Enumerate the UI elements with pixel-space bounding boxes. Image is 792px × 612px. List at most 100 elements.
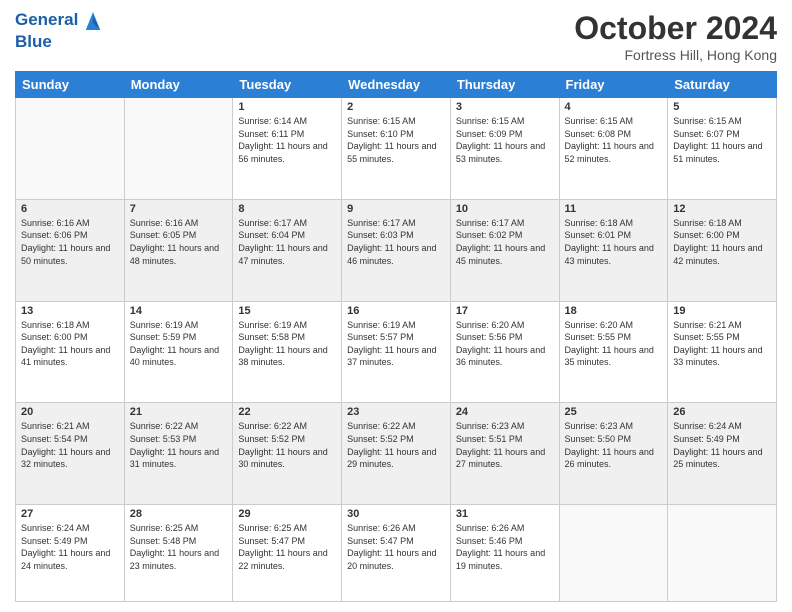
table-row: 31Sunrise: 6:26 AM Sunset: 5:46 PM Dayli… [450,505,559,602]
day-number: 30 [347,508,445,520]
day-number: 17 [456,305,554,317]
table-row: 8 Sunrise: 6:17 AM Sunset: 6:04 PM Daylig… [233,199,342,301]
calendar-week-row: 27Sunrise: 6:24 AM Sunset: 5:49 PM Dayli… [16,505,777,602]
table-row: 10 Sunrise: 6:17 AM Sunset: 6:02 PM Dayli… [450,199,559,301]
day-number: 3 [456,101,554,113]
day-info: Sunrise: 6:19 AM Sunset: 5:59 PM Dayligh… [130,319,228,369]
day-info: Sunrise: 6:17 AM Sunset: 6:03 PM Dayligh… [347,217,445,267]
day-info: Sunrise: 6:25 AM Sunset: 5:47 PM Dayligh… [238,522,336,572]
day-info: Sunrise: 6:15 AM Sunset: 6:10 PM Dayligh… [347,115,445,165]
table-row: 12 Sunrise: 6:18 AM Sunset: 6:00 PM Dayli… [668,199,777,301]
day-info: Sunrise: 6:19 AM Sunset: 5:57 PM Dayligh… [347,319,445,369]
logo-text: General [15,10,103,32]
table-row: 24 Sunrise: 6:23 AM Sunset: 5:51 PM Dayli… [450,403,559,505]
day-number: 24 [456,406,554,418]
table-row: 19Sunrise: 6:21 AM Sunset: 5:55 PM Dayli… [668,301,777,403]
table-row: 28 Sunrise: 6:25 AM Sunset: 5:48 PM Dayli… [124,505,233,602]
day-info: Sunrise: 6:22 AM Sunset: 5:52 PM Dayligh… [238,420,336,470]
table-row: 21 Sunrise: 6:22 AM Sunset: 5:53 PM Dayli… [124,403,233,505]
day-number: 23 [347,406,445,418]
day-number: 8 [238,203,336,215]
day-info: Sunrise: 6:24 AM Sunset: 5:49 PM Dayligh… [673,420,771,470]
day-info: Sunrise: 6:20 AM Sunset: 5:56 PM Dayligh… [456,319,554,369]
table-row: 11 Sunrise: 6:18 AM Sunset: 6:01 PM Dayli… [559,199,668,301]
title-section: October 2024 Fortress Hill, Hong Kong [574,10,777,63]
day-number: 15 [238,305,336,317]
col-tuesday: Tuesday [233,72,342,98]
location-subtitle: Fortress Hill, Hong Kong [574,47,777,63]
table-row: 30Sunrise: 6:26 AM Sunset: 5:47 PM Dayli… [342,505,451,602]
table-row: 26Sunrise: 6:24 AM Sunset: 5:49 PM Dayli… [668,403,777,505]
day-number: 18 [565,305,663,317]
table-row [16,98,125,200]
table-row: 20Sunrise: 6:21 AM Sunset: 5:54 PM Dayli… [16,403,125,505]
table-row: 3 Sunrise: 6:15 AM Sunset: 6:09 PM Daylig… [450,98,559,200]
calendar-week-row: 1 Sunrise: 6:14 AM Sunset: 6:11 PM Daylig… [16,98,777,200]
day-info: Sunrise: 6:15 AM Sunset: 6:08 PM Dayligh… [565,115,663,165]
day-info: Sunrise: 6:19 AM Sunset: 5:58 PM Dayligh… [238,319,336,369]
calendar-week-row: 13 Sunrise: 6:18 AM Sunset: 6:00 PM Dayli… [16,301,777,403]
col-thursday: Thursday [450,72,559,98]
calendar-week-row: 20Sunrise: 6:21 AM Sunset: 5:54 PM Dayli… [16,403,777,505]
table-row: 6 Sunrise: 6:16 AM Sunset: 6:06 PM Daylig… [16,199,125,301]
table-row: 16Sunrise: 6:19 AM Sunset: 5:57 PM Dayli… [342,301,451,403]
day-info: Sunrise: 6:14 AM Sunset: 6:11 PM Dayligh… [238,115,336,165]
table-row: 14 Sunrise: 6:19 AM Sunset: 5:59 PM Dayli… [124,301,233,403]
day-info: Sunrise: 6:23 AM Sunset: 5:50 PM Dayligh… [565,420,663,470]
table-row: 23Sunrise: 6:22 AM Sunset: 5:52 PM Dayli… [342,403,451,505]
table-row [124,98,233,200]
day-info: Sunrise: 6:16 AM Sunset: 6:06 PM Dayligh… [21,217,119,267]
table-row: 27Sunrise: 6:24 AM Sunset: 5:49 PM Dayli… [16,505,125,602]
table-row: 7 Sunrise: 6:16 AM Sunset: 6:05 PM Daylig… [124,199,233,301]
day-number: 21 [130,406,228,418]
table-row: 13 Sunrise: 6:18 AM Sunset: 6:00 PM Dayli… [16,301,125,403]
day-number: 20 [21,406,119,418]
day-info: Sunrise: 6:18 AM Sunset: 6:01 PM Dayligh… [565,217,663,267]
table-row: 17 Sunrise: 6:20 AM Sunset: 5:56 PM Dayli… [450,301,559,403]
table-row: 1 Sunrise: 6:14 AM Sunset: 6:11 PM Daylig… [233,98,342,200]
day-info: Sunrise: 6:15 AM Sunset: 6:07 PM Dayligh… [673,115,771,165]
day-info: Sunrise: 6:23 AM Sunset: 5:51 PM Dayligh… [456,420,554,470]
day-number: 29 [238,508,336,520]
month-title: October 2024 [574,10,777,47]
day-number: 12 [673,203,771,215]
day-info: Sunrise: 6:25 AM Sunset: 5:48 PM Dayligh… [130,522,228,572]
table-row [559,505,668,602]
table-row: 18Sunrise: 6:20 AM Sunset: 5:55 PM Dayli… [559,301,668,403]
calendar-week-row: 6 Sunrise: 6:16 AM Sunset: 6:06 PM Daylig… [16,199,777,301]
day-info: Sunrise: 6:22 AM Sunset: 5:53 PM Dayligh… [130,420,228,470]
day-number: 6 [21,203,119,215]
day-number: 11 [565,203,663,215]
logo-line2: Blue [15,32,103,52]
day-number: 5 [673,101,771,113]
calendar: Sunday Monday Tuesday Wednesday Thursday… [15,71,777,602]
day-info: Sunrise: 6:18 AM Sunset: 6:00 PM Dayligh… [673,217,771,267]
day-number: 2 [347,101,445,113]
day-info: Sunrise: 6:15 AM Sunset: 6:09 PM Dayligh… [456,115,554,165]
table-row: 5 Sunrise: 6:15 AM Sunset: 6:07 PM Daylig… [668,98,777,200]
day-info: Sunrise: 6:17 AM Sunset: 6:02 PM Dayligh… [456,217,554,267]
day-number: 1 [238,101,336,113]
table-row: 2 Sunrise: 6:15 AM Sunset: 6:10 PM Daylig… [342,98,451,200]
day-number: 9 [347,203,445,215]
header: General Blue October 2024 Fortress Hill,… [15,10,777,63]
col-sunday: Sunday [16,72,125,98]
table-row [668,505,777,602]
day-number: 10 [456,203,554,215]
day-number: 25 [565,406,663,418]
day-info: Sunrise: 6:18 AM Sunset: 6:00 PM Dayligh… [21,319,119,369]
day-number: 22 [238,406,336,418]
table-row: 25 Sunrise: 6:23 AM Sunset: 5:50 PM Dayli… [559,403,668,505]
day-number: 14 [130,305,228,317]
calendar-header-row: Sunday Monday Tuesday Wednesday Thursday… [16,72,777,98]
day-info: Sunrise: 6:21 AM Sunset: 5:55 PM Dayligh… [673,319,771,369]
day-number: 13 [21,305,119,317]
day-info: Sunrise: 6:16 AM Sunset: 6:05 PM Dayligh… [130,217,228,267]
page: General Blue October 2024 Fortress Hill,… [0,0,792,612]
table-row: 29 Sunrise: 6:25 AM Sunset: 5:47 PM Dayli… [233,505,342,602]
table-row: 15 Sunrise: 6:19 AM Sunset: 5:58 PM Dayli… [233,301,342,403]
col-friday: Friday [559,72,668,98]
day-number: 7 [130,203,228,215]
day-number: 28 [130,508,228,520]
day-info: Sunrise: 6:17 AM Sunset: 6:04 PM Dayligh… [238,217,336,267]
